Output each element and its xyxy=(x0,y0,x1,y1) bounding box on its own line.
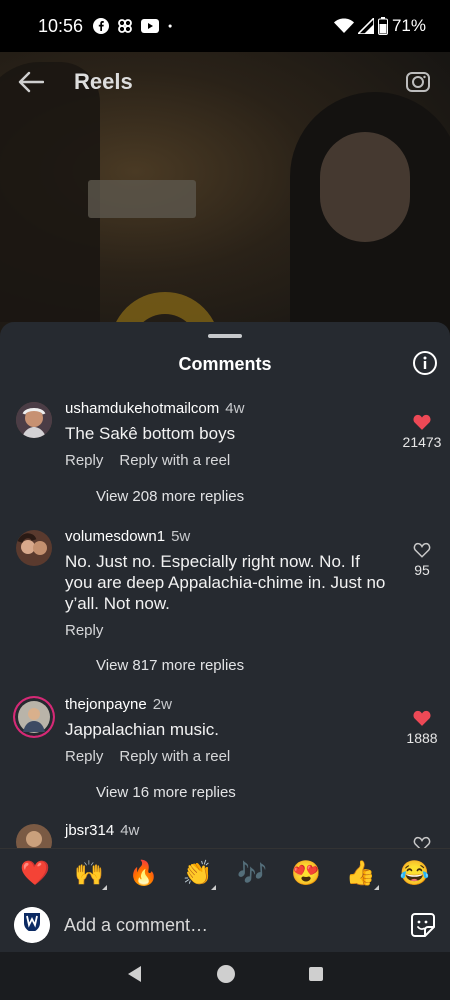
reply-button[interactable]: Reply xyxy=(65,452,103,469)
reply-button[interactable]: Reply xyxy=(65,748,103,765)
reply-with-reel-button[interactable]: Reply with a reel xyxy=(119,452,230,469)
sheet-title: Comments xyxy=(178,354,272,374)
comment-username[interactable]: jbsr314 xyxy=(65,822,114,839)
comment-body: volumesdown1 5w No. Just no. Especially r… xyxy=(65,528,390,639)
nav-recents-icon xyxy=(309,966,323,981)
youtube-icon xyxy=(141,19,160,33)
comment-time: 4w xyxy=(120,822,140,839)
more-notifications-dot-icon xyxy=(168,24,172,28)
status-bar: 10:56 71% xyxy=(0,0,450,52)
facebook-icon xyxy=(93,18,110,34)
sheet-drag-handle[interactable] xyxy=(208,334,242,338)
comment-actions: Reply Reply with a reel xyxy=(65,748,390,765)
avatar-image xyxy=(15,698,53,736)
comment-actions: Reply Reply with a reel xyxy=(65,452,390,469)
heart-filled-icon xyxy=(413,414,431,430)
sticker-button[interactable] xyxy=(410,912,436,938)
comment-username[interactable]: ushamdukehotmailcom xyxy=(65,400,219,417)
camera-icon xyxy=(406,72,430,92)
camera-button[interactable] xyxy=(404,67,434,97)
status-time: 10:56 xyxy=(38,15,84,36)
comment-text: Jappalachian music. xyxy=(65,720,220,739)
view-replies-button[interactable]: View 817 more replies xyxy=(96,657,244,674)
avatar-image xyxy=(16,402,52,438)
battery-percent: 71% xyxy=(391,16,426,35)
avatar-image xyxy=(16,530,52,566)
current-user-avatar xyxy=(14,907,50,943)
view-replies-button[interactable]: View 208 more replies xyxy=(96,488,244,505)
like-count: 1888 xyxy=(406,730,438,746)
emoji-raised-hands: 🙌 xyxy=(74,860,105,887)
info-button[interactable] xyxy=(412,350,438,376)
like-count: 21473 xyxy=(402,434,442,450)
like-button[interactable]: 1888 xyxy=(400,710,444,746)
back-arrow-icon xyxy=(18,71,44,93)
emoji-clap-button[interactable]: 👏 xyxy=(178,859,218,890)
emoji-fire-button[interactable]: 🔥 xyxy=(124,859,164,888)
system-icons: 71% xyxy=(333,16,426,36)
comment-actions: Reply xyxy=(65,622,390,639)
wifi-icon xyxy=(333,18,354,33)
comment-username[interactable]: thejonpayne xyxy=(65,696,147,713)
emoji-clap: 👏 xyxy=(182,860,213,887)
heart-filled-icon xyxy=(413,710,431,726)
nav-home-button[interactable] xyxy=(216,964,236,989)
emoji-music-notes-button[interactable]: 🎶 xyxy=(232,859,272,888)
emoji-reaction-bar: ❤️ 🙌 🔥 👏 🎶 😍 👍 😂 xyxy=(0,848,450,898)
comment-meta: jbsr314 4w xyxy=(65,822,390,839)
add-comment-input[interactable]: Add a comment… xyxy=(64,915,410,936)
sticker-icon xyxy=(411,913,435,937)
comment-body: jbsr314 4w xyxy=(65,822,390,839)
comment-composer: Add a comment… xyxy=(0,898,450,952)
comment-meta: thejonpayne 2w xyxy=(65,696,390,713)
comment-time: 2w xyxy=(152,696,172,713)
comment-time: 5w xyxy=(171,528,191,545)
comment-text: No. Just no. Especially right now. No. I… xyxy=(65,552,386,613)
video-sign xyxy=(88,180,196,218)
like-button[interactable]: 21473 xyxy=(400,414,444,450)
like-count: 95 xyxy=(414,562,430,578)
nav-back-button[interactable] xyxy=(126,965,144,988)
notification-icons xyxy=(93,18,177,34)
emoji-heart-eyes-button[interactable]: 😍 xyxy=(286,859,326,888)
nav-home-icon xyxy=(217,964,235,983)
info-icon xyxy=(413,351,437,375)
avatar[interactable] xyxy=(16,402,52,438)
skin-tone-indicator xyxy=(210,885,216,890)
like-button[interactable]: 95 xyxy=(400,542,444,578)
reel-header: Reels xyxy=(0,62,450,102)
nav-back-icon xyxy=(128,965,141,982)
comment-text: The Sakê bottom boys xyxy=(65,424,236,443)
skin-tone-indicator xyxy=(373,885,379,890)
heart-outline-icon xyxy=(413,542,431,558)
comment-meta: ushamdukehotmailcom 4w xyxy=(65,400,390,417)
comment-meta: volumesdown1 5w xyxy=(65,528,390,545)
emoji-raised-hands-button[interactable]: 🙌 xyxy=(69,859,109,890)
battery-icon xyxy=(377,17,388,35)
emoji-thumbs-up: 👍 xyxy=(345,860,376,887)
comment-time: 4w xyxy=(225,400,245,417)
back-button[interactable] xyxy=(16,67,46,97)
reply-with-reel-button[interactable]: Reply with a reel xyxy=(119,748,230,765)
cell-signal-icon xyxy=(357,18,374,34)
skin-tone-indicator xyxy=(102,885,108,890)
avatar[interactable] xyxy=(16,530,52,566)
warriors-logo-icon xyxy=(14,907,50,943)
page-title: Reels xyxy=(74,69,133,94)
video-face-right xyxy=(320,132,410,242)
threads-icon xyxy=(118,19,132,33)
comment-body: thejonpayne 2w Jappalachian music. Reply … xyxy=(65,696,390,765)
avatar[interactable] xyxy=(13,696,55,738)
comment-body: ushamdukehotmailcom 4w The Sakê bottom bo… xyxy=(65,400,390,469)
emoji-thumbs-up-button[interactable]: 👍 xyxy=(341,859,381,890)
emoji-laughing-button[interactable]: 😂 xyxy=(395,859,435,888)
system-nav-bar xyxy=(0,952,450,1000)
reply-button[interactable]: Reply xyxy=(65,622,103,639)
emoji-heart-button[interactable]: ❤️ xyxy=(15,859,55,888)
view-replies-button[interactable]: View 16 more replies xyxy=(96,784,236,801)
comment-username[interactable]: volumesdown1 xyxy=(65,528,165,545)
nav-recents-button[interactable] xyxy=(308,966,324,987)
